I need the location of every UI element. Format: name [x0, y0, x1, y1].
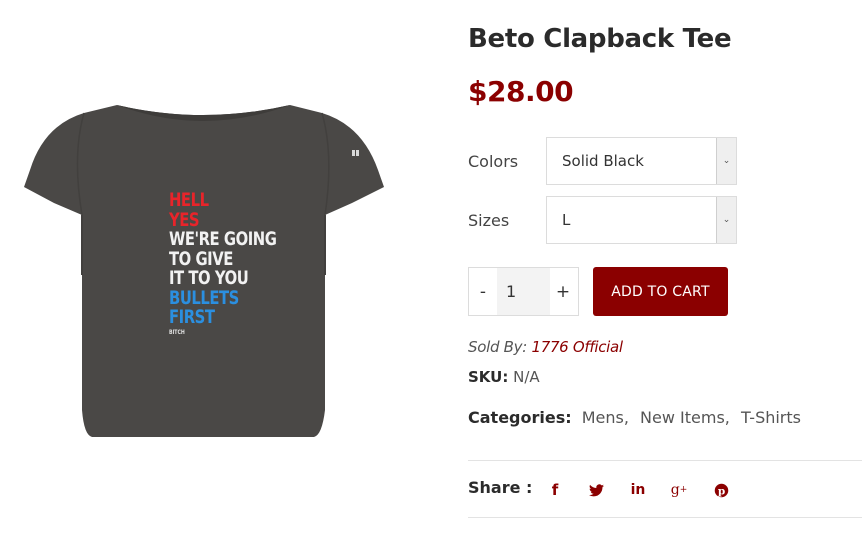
shirt-line: IT TO YOU — [169, 267, 249, 289]
google-plus-icon[interactable]: g + — [669, 480, 689, 500]
product-title: Beto Clapback Tee — [468, 24, 732, 54]
divider — [468, 517, 862, 518]
shirt-line: WE'RE GOING — [169, 228, 277, 250]
colors-select[interactable]: Solid Black ⌄ — [546, 137, 737, 185]
shirt-print-text: HELL YES WE'RE GOING TO GIVE IT TO YOU B… — [169, 189, 277, 337]
colors-label: Colors — [468, 152, 519, 171]
linkedin-icon[interactable]: in — [628, 480, 648, 500]
category-link[interactable]: New Items — [640, 408, 725, 427]
quantity-decrease-button[interactable]: - — [469, 268, 497, 315]
sizes-label: Sizes — [468, 211, 510, 230]
svg-text:p: p — [717, 485, 724, 497]
categories-label: Categories: — [468, 408, 572, 427]
shirt-line: HELL — [169, 189, 209, 211]
share-label: Share : — [468, 478, 533, 497]
facebook-icon[interactable]: f — [545, 480, 565, 500]
colors-select-value: Solid Black — [562, 152, 644, 170]
vendor-link[interactable]: 1776 Official — [531, 338, 623, 356]
twitter-icon[interactable] — [586, 480, 606, 500]
product-image[interactable]: HELL YES WE'RE GOING TO GIVE IT TO YOU B… — [22, 95, 384, 440]
shirt-line: BITCH — [169, 328, 185, 336]
category-link[interactable]: T-Shirts — [741, 408, 801, 427]
sku-value: N/A — [513, 368, 540, 386]
categories: Categories: Mens, New Items, T-Shirts — [468, 408, 801, 427]
divider — [468, 460, 862, 461]
chevron-down-icon[interactable]: ⌄ — [716, 197, 736, 243]
sku: SKU: N/A — [468, 368, 540, 386]
quantity-stepper: - 1 + — [468, 267, 579, 316]
sizes-select[interactable]: L ⌄ — [546, 196, 737, 244]
shirt-line: FIRST — [169, 306, 215, 328]
product-details: Beto Clapback Tee $28.00 Colors Solid Bl… — [468, 0, 862, 543]
chevron-down-icon[interactable]: ⌄ — [716, 138, 736, 184]
sku-label: SKU: — [468, 368, 509, 386]
add-to-cart-button[interactable]: ADD TO CART — [593, 267, 728, 316]
category-link[interactable]: Mens — [582, 408, 624, 427]
sold-by: Sold By: 1776 Official — [468, 338, 623, 356]
product-price: $28.00 — [468, 75, 574, 108]
quantity-increase-button[interactable]: + — [548, 268, 578, 315]
sold-by-label: Sold By: — [468, 338, 527, 356]
pinterest-icon[interactable]: p — [711, 480, 731, 500]
sizes-select-value: L — [562, 211, 571, 229]
quantity-input[interactable]: 1 — [497, 268, 550, 315]
